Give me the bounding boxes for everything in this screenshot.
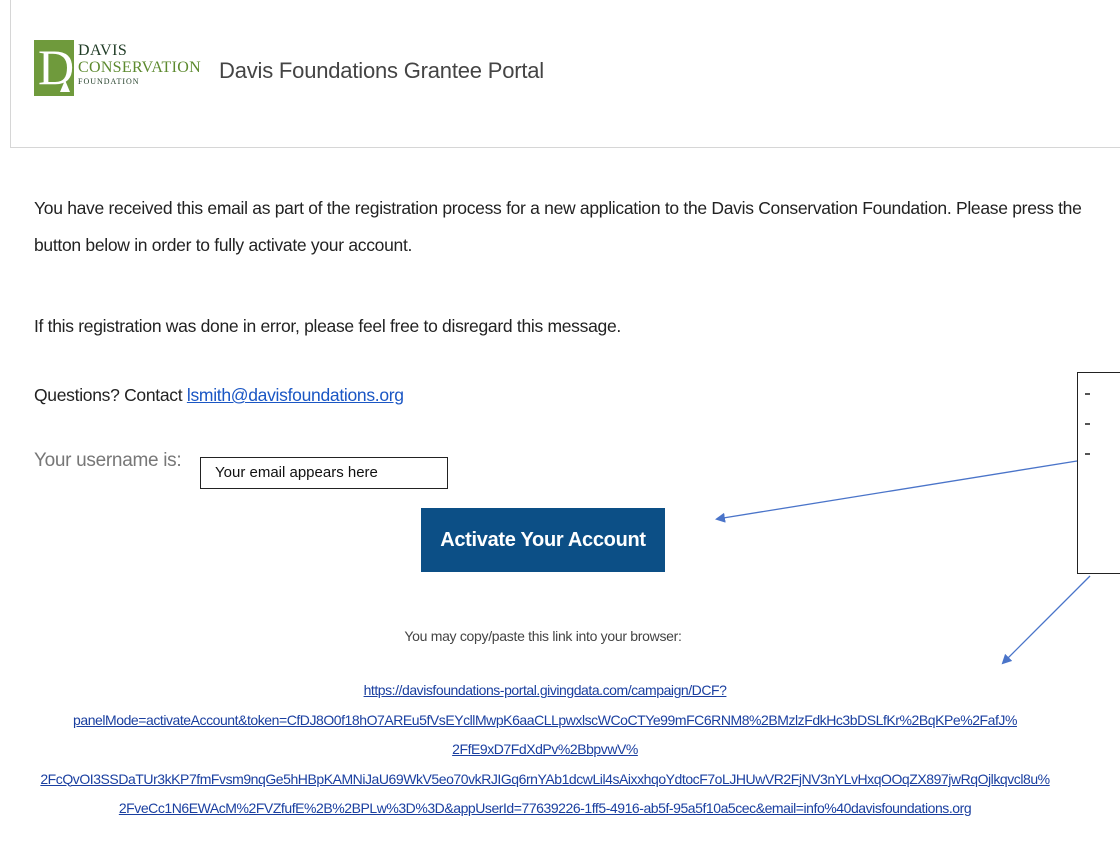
arrow-to-link [1001, 575, 1091, 665]
error-note: If this registration was done in error, … [34, 316, 621, 336]
username-placeholder-box: Your email appears here [200, 457, 448, 489]
portal-title: Davis Foundations Grantee Portal [219, 58, 544, 83]
davis-conservation-logo: D DAVIS CONSERVATION FOUNDATION [34, 39, 234, 96]
logo-wordmark: DAVIS CONSERVATION FOUNDATION [78, 43, 201, 87]
questions-line: Questions? Contact lsmith@davisfoundatio… [34, 385, 404, 406]
intro-paragraph: You have received this email as part of … [34, 198, 1082, 255]
activation-link-line-3[interactable]: 2FfE9xD7FdXdPv%2BbpvwV% [2, 735, 1088, 765]
activate-account-button[interactable]: Activate Your Account [421, 508, 665, 572]
contact-email-link[interactable]: lsmith@davisfoundations.org [187, 385, 404, 405]
callout-text-fragment [1085, 453, 1090, 455]
logo-line-davis: DAVIS [78, 42, 128, 59]
activation-link-line-1[interactable]: https://davisfoundations-portal.givingda… [2, 676, 1088, 706]
activation-link-line-4[interactable]: 2FcQvOI3SSDaTUr3kKP7fmFvsm9nqGe5hHBpKAMN… [2, 765, 1088, 795]
logo-mark: D [34, 39, 74, 96]
logo-line-conservation: CONSERVATION [78, 59, 201, 76]
activation-link: https://davisfoundations-portal.givingda… [2, 676, 1088, 824]
annotation-callout-box [1077, 372, 1120, 574]
activation-link-line-2[interactable]: panelMode=activateAccount&token=CfDJ8O0f… [2, 706, 1088, 736]
questions-prefix: Questions? Contact [34, 385, 187, 405]
tree-icon [60, 80, 70, 92]
callout-text-fragment [1085, 423, 1090, 425]
callout-text-fragment [1085, 393, 1090, 395]
username-label: Your username is: [34, 450, 182, 471]
copy-paste-note: You may copy/paste this link into your b… [404, 628, 682, 644]
activation-link-line-5[interactable]: 2FveCc1N6EWAcM%2FVZfufE%2B%2BPLw%3D%3D&a… [2, 794, 1088, 824]
logo-line-foundation: FOUNDATION [78, 77, 140, 86]
arrow-to-button [715, 460, 1078, 523]
